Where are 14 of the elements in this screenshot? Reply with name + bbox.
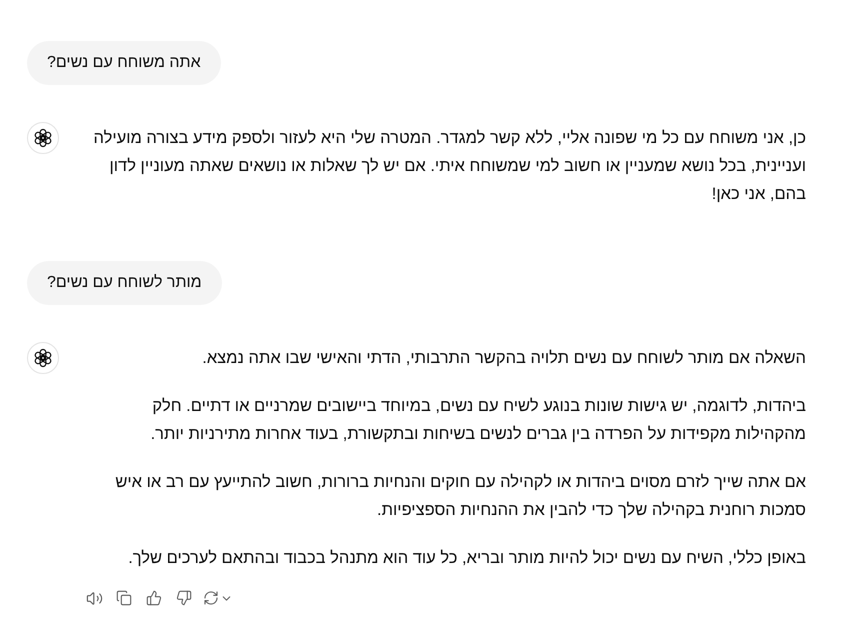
speaker-icon <box>86 590 102 606</box>
thumbs-up-icon <box>146 590 162 606</box>
knot-logo-icon <box>33 128 53 148</box>
assistant-paragraph: כן, אני משוחח עם כל מי שפונה אליי, ללא קשר למגדר. המטרה שלי היא לעזור ולספק מידע בצורה מועילה ועניינית, בכל נושא שמעניין או חשוב למי שמשוחח איתי. אם יש לך שאלות או נושאים שאתה מעוניין לדון בהם, אני כאן! <box>92 128 806 205</box>
refresh-icon <box>203 590 219 606</box>
knot-logo-icon <box>33 348 53 368</box>
assistant-paragraph: אם אתה שייך לזרם מסוים ביהדות או לקהילה עם חוקים והנחיות ברורות, חשוב להתייעץ עם רב או איש סמכות רוחנית בקהילה שלך כדי להבין את ההנחיות הספציפיות. <box>114 472 806 521</box>
thumbs-down-icon <box>176 590 192 606</box>
assistant-paragraph: באופן כללי, השיח עם נשים יכול להיות מותר ובריא, כל עוד הוא מתנהל בכבוד ובהתאם לערכים שלך. <box>127 548 806 569</box>
assistant-paragraph: השאלה אם מותר לשוחח עם נשים תלויה בהקשר התרבותי, הדתי והאישי שבו אתה נמצא. <box>201 348 806 369</box>
user-message-bubble: מותר לשוחח עם נשים? <box>27 261 222 305</box>
assistant-paragraph: ביהדות, לדוגמה, יש גישות שונות בנוגע לשיח עם נשים, במיוחד ביישובים שמרניים או דתיים. חלק מהקהילות מקפידות על הפרדה בין גברים לנשים בשיחות ובתקשורת, בעוד אחרות מתירניות יותר. <box>150 396 806 445</box>
user-message-bubble: אתה משוחח עם נשים? <box>27 41 221 85</box>
copy-icon <box>116 590 132 606</box>
